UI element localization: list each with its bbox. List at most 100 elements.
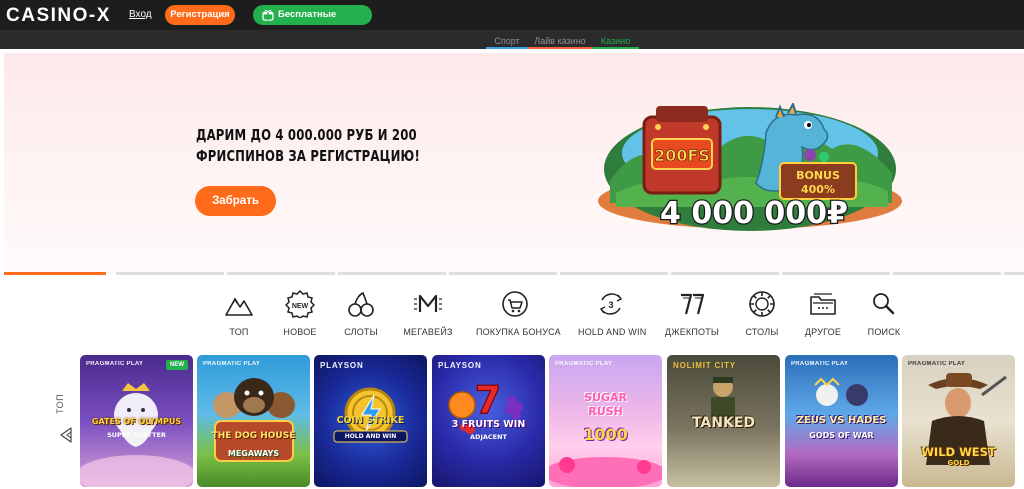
game-subtitle: MEGAWAYS [227, 449, 280, 458]
game-provider: PRAGMATIC PLAY [791, 361, 849, 367]
category-top-label: ТОП [229, 327, 249, 337]
category-megaways[interactable]: МЕГАВЕЙЗ [403, 290, 453, 340]
category-new-label: НОВОЕ [283, 327, 317, 337]
game-provider: NOLIMIT CITY [673, 361, 736, 370]
game-provider: PLAYSON [438, 361, 482, 370]
game-title: 3 FRUITS WIN [451, 419, 526, 430]
game-provider: PRAGMATIC PLAY [908, 361, 966, 367]
gift-icon [262, 10, 274, 21]
register-button[interactable]: Регистрация [165, 5, 235, 25]
game-subtitle: HOLD AND WIN [344, 433, 397, 440]
slider-dot[interactable] [782, 272, 890, 275]
slider-dot[interactable] [893, 272, 1001, 275]
chip-icon [749, 291, 775, 317]
tab-casino-label: Казино [600, 36, 631, 46]
promo-spins-text: 200FS [654, 146, 710, 165]
wild-west-gold-art [926, 373, 1007, 465]
slider-dot[interactable] [338, 272, 446, 275]
folder-icon [810, 293, 836, 315]
megaways-icon [414, 294, 442, 312]
game-card-3-fruits-win[interactable]: 7 PLAYSON 3 FRUITS WIN ADJACENT [432, 355, 545, 487]
game-subtitle: SUPER SCATTER [107, 431, 166, 439]
game-title: COIN STRIKE [336, 415, 405, 426]
game-card-coin-strike[interactable]: PLAYSON COIN STRIKE HOLD AND WIN [314, 355, 427, 487]
category-tables-label: СТОЛЫ [745, 327, 779, 337]
game-subtitle: GODS OF WAR [809, 431, 874, 440]
svg-text:3: 3 [608, 300, 613, 310]
slider-dot[interactable] [449, 272, 557, 275]
svg-text:7: 7 [475, 378, 501, 422]
game-card-zeus-vs-hades[interactable]: PRAGMATIC PLAY ZEUS VS HADES GODS OF WAR [785, 355, 898, 487]
game-title: WILD WEST [921, 445, 996, 459]
mountain-icon [60, 427, 72, 443]
promo-bonus-text: BONUS [796, 169, 840, 182]
game-card-gates-of-olympus[interactable]: PRAGMATIC PLAY NEW GATES OF OLYMPUS SUPE… [80, 355, 193, 487]
category-other-label: ДРУГОЕ [804, 327, 842, 337]
game-provider: PRAGMATIC PLAY [555, 361, 613, 367]
game-title: THE DOG HOUSE [211, 431, 296, 441]
game-subtitle: GOLD [947, 459, 970, 467]
tab-live-casino-label: Лайв казино [534, 36, 586, 46]
slider-dot[interactable] [227, 272, 335, 275]
tab-live-casino-underline [528, 47, 592, 49]
game-title: SUGAR RUSH [584, 391, 627, 418]
bonus-cart-icon [502, 291, 528, 317]
category-top[interactable]: ТОП [219, 290, 259, 340]
tab-live-casino[interactable]: Лайв казино [528, 36, 592, 49]
category-bonus-buy-label: ПОКУПКА БОНУСА [476, 327, 561, 337]
category-slots-label: СЛОТЫ [344, 327, 378, 337]
claim-bonus-button[interactable]: Забрать [195, 186, 276, 216]
sevens-icon [681, 293, 705, 315]
cherries-icon [348, 291, 374, 317]
new-badge-icon: NEW [285, 290, 315, 318]
category-hold-and-win-label: HOLD AND WIN [578, 327, 647, 337]
category-slots[interactable]: СЛОТЫ [341, 290, 381, 340]
category-jackpots[interactable]: ДЖЕКПОТЫ [664, 290, 720, 340]
promo-title: ДАРИМ ДО 4 000.000 РУБ И 200 ФРИСПИНОВ З… [196, 126, 420, 165]
slider-dot[interactable] [116, 272, 224, 275]
game-card-the-dog-house[interactable]: PRAGMATIC PLAY THE DOG HOUSE MEGAWAYS [197, 355, 310, 487]
category-search-label: ПОИСК [867, 327, 901, 337]
game-title: TANKED [691, 415, 756, 431]
game-card-wild-west-gold[interactable]: PRAGMATIC PLAY WILD WEST GOLD [902, 355, 1015, 487]
banner-slider-progress [4, 272, 1024, 276]
game-subtitle: 1000 [583, 425, 628, 444]
section-nav: Спорт Лайв казино Казино [0, 30, 1024, 49]
category-search[interactable]: ПОИСК [864, 290, 904, 340]
game-title: ZEUS VS HADES [796, 415, 887, 426]
game-provider: PLAYSON [320, 361, 364, 370]
game-card-sugar-rush[interactable]: PRAGMATIC PLAY SUGAR RUSH 1000 [549, 355, 662, 487]
free-gifts-button[interactable]: Бесплатные подарки [253, 5, 372, 40]
promo-banner: ДАРИМ ДО 4 000.000 РУБ И 200 ФРИСПИНОВ З… [4, 53, 1024, 274]
tab-sport-underline [486, 47, 528, 49]
category-other[interactable]: ДРУГОЕ [803, 290, 843, 340]
slider-dot[interactable] [1004, 272, 1024, 275]
category-new[interactable]: NEW НОВОЕ [280, 290, 320, 340]
game-title: GATES OF OLYMPUS [91, 417, 182, 426]
category-tables[interactable]: СТОЛЫ [742, 290, 782, 340]
svg-text:NEW: NEW [292, 303, 309, 310]
slider-dot[interactable] [4, 272, 106, 275]
category-hold-and-win[interactable]: 3 HOLD AND WIN [578, 290, 647, 340]
top-section-label[interactable]: ТОП [52, 394, 80, 445]
new-badge: NEW [166, 360, 188, 370]
promo-amount: 4 000 000₽ [660, 196, 848, 231]
sugar-rush-art [549, 457, 662, 487]
tab-casino[interactable]: Казино [592, 36, 639, 49]
category-megaways-label: МЕГАВЕЙЗ [403, 327, 453, 337]
login-link[interactable]: Вход [129, 9, 152, 20]
tab-sport[interactable]: Спорт [486, 36, 528, 49]
game-card-tanked[interactable]: NOLIMIT CITY TANKED [667, 355, 780, 487]
slider-dot[interactable] [560, 272, 668, 275]
slider-dot[interactable] [671, 272, 779, 275]
tab-sport-label: Спорт [494, 36, 520, 46]
game-provider: PRAGMATIC PLAY [203, 361, 261, 367]
top-section-label-text: ТОП [55, 393, 65, 414]
casino-x-logo[interactable]: CASINO-X [6, 5, 111, 27]
the-dog-house-art [213, 378, 295, 462]
category-bonus-buy[interactable]: ПОКУПКА БОНУСА [476, 290, 561, 340]
hold-and-win-icon: 3 [599, 293, 623, 315]
mountain-icon [225, 297, 253, 316]
tab-casino-underline [592, 47, 639, 49]
top-bar: CASINO-X Вход Регистрация Бесплатные под… [0, 0, 1024, 40]
